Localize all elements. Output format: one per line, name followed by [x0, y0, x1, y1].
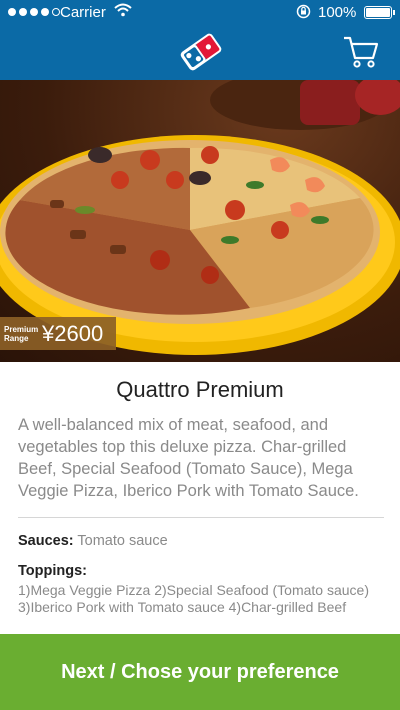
signal-strength-icon [8, 8, 60, 16]
battery-percent: 100% [318, 4, 357, 21]
status-bar: Carrier 100% [0, 0, 400, 26]
product-description: A well-balanced mix of meat, seafood, an… [18, 416, 359, 500]
toppings-value: 1)Mega Veggie Pizza 2)Special Seafood (T… [18, 582, 369, 615]
dominos-logo-icon[interactable] [176, 27, 226, 77]
toppings-label: Toppings: [18, 563, 87, 579]
divider [18, 517, 384, 518]
wifi-icon [114, 3, 132, 21]
rotation-lock-icon [296, 4, 311, 22]
next-button[interactable]: Next / Chose your preference [0, 634, 400, 710]
sauces-label: Sauces: [18, 533, 74, 549]
carrier-label: Carrier [60, 4, 106, 21]
price-value: ¥2600 [42, 320, 104, 346]
cart-icon[interactable] [342, 34, 380, 70]
nav-bar [0, 26, 400, 80]
battery-icon [364, 6, 395, 19]
sauces-value: Tomato sauce [77, 533, 168, 549]
product-title: Quattro Premium [116, 377, 284, 402]
price-badge: Premium Range ¥2600 [0, 317, 116, 350]
price-range-label: Premium Range [4, 324, 39, 343]
sauces-row: Sauces: Tomato sauce [18, 533, 168, 549]
